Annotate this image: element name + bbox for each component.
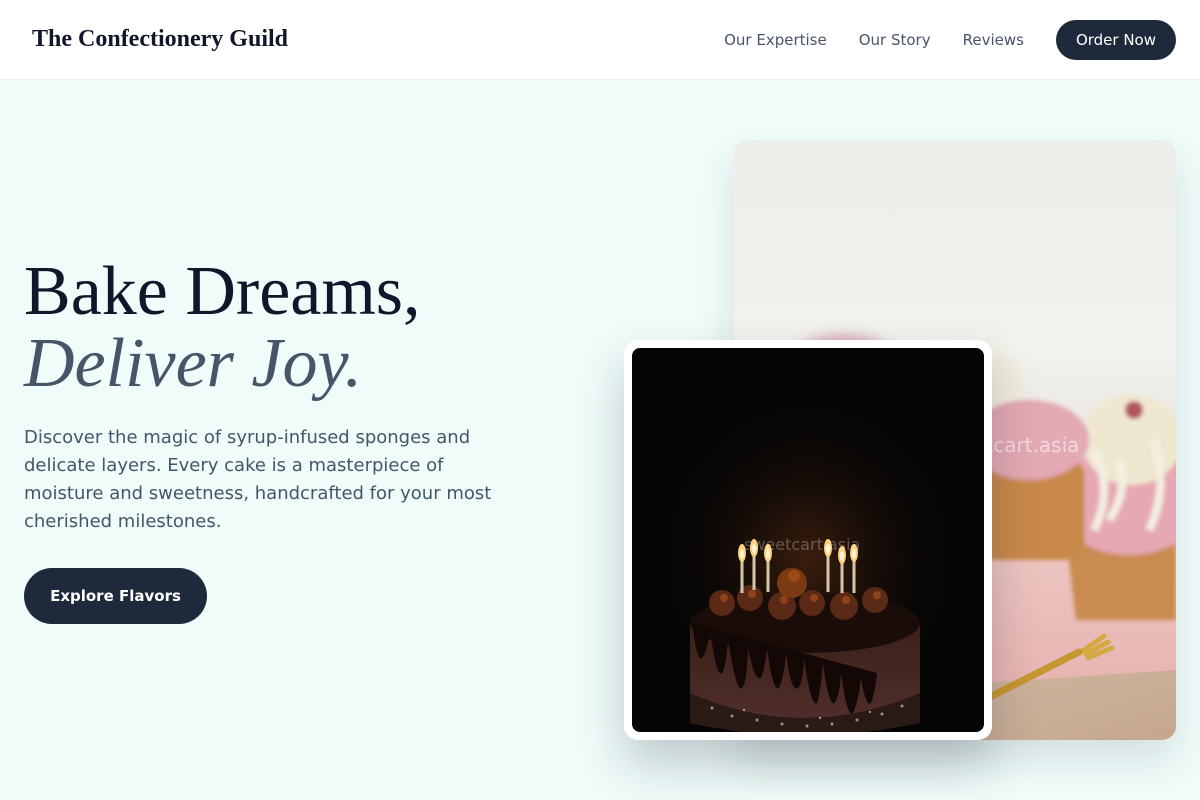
hero-section: Bake Dreams, Deliver Joy. Discover the m… — [0, 80, 1200, 800]
hero-headline: Bake Dreams, Deliver Joy. — [24, 256, 421, 400]
headline-line-1: Bake Dreams, — [24, 253, 421, 330]
front-photo-watermark: sweetcart.asia — [744, 535, 860, 554]
top-navbar: The Confectionery Guild Our Expertise Ou… — [0, 0, 1200, 80]
order-now-button[interactable]: Order Now — [1055, 19, 1176, 60]
headline-line-2: Deliver Joy. — [24, 325, 363, 402]
birthday-cake-photo: sweetcart.asia — [632, 348, 984, 732]
nav-link-our-story[interactable]: Our Story — [859, 31, 931, 49]
nav-link-reviews[interactable]: Reviews — [963, 31, 1024, 49]
birthday-cake-illustration: sweetcart.asia — [632, 348, 984, 732]
nav-menu: Our Expertise Our Story Reviews Order No… — [724, 19, 1176, 60]
birthday-cake-photo-card: sweetcart.asia — [624, 340, 992, 740]
hero-description: Discover the magic of syrup-infused spon… — [24, 427, 492, 532]
explore-flavors-button[interactable]: Explore Flavors — [24, 568, 207, 624]
nav-link-our-expertise[interactable]: Our Expertise — [724, 31, 827, 49]
brand-logo[interactable]: The Confectionery Guild — [32, 26, 288, 53]
